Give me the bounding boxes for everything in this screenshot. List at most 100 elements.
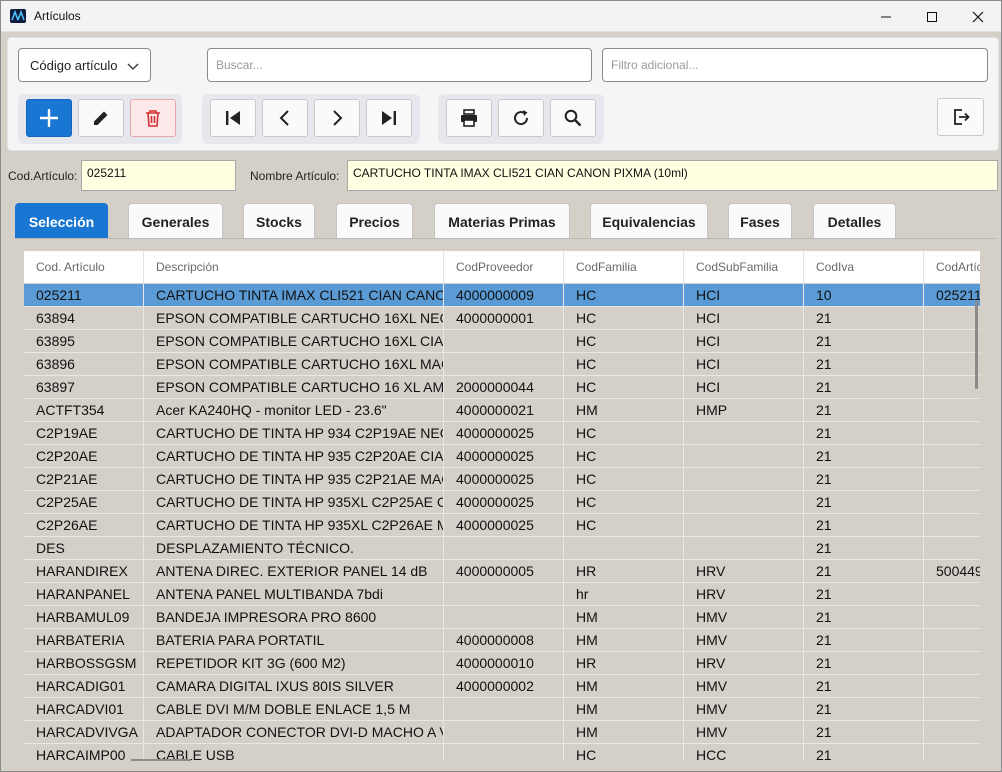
column-header[interactable]: CodProveedor [444, 251, 564, 284]
column-header[interactable]: CodSubFamilia [684, 251, 804, 284]
column-header[interactable]: Descripción [144, 251, 444, 284]
exit-button[interactable] [937, 98, 984, 136]
name-field[interactable]: CARTUCHO TINTA IMAX CLI521 CIAN CANON PI… [347, 160, 998, 191]
first-icon [226, 111, 240, 125]
table-row[interactable]: C2P20AE CARTUCHO DE TINTA HP 935 C2P20AE … [24, 445, 980, 468]
table-cell: 63895 [24, 330, 144, 353]
table-cell: HR [564, 652, 684, 675]
table-cell: C2P25AE [24, 491, 144, 514]
pencil-icon [94, 111, 108, 125]
table-row[interactable]: 63896EPSON COMPATIBLE CARTUCHO 16XL MAGE… [24, 353, 980, 376]
table-row[interactable]: HARBATERIA BATERIA PARA PORTATIL 400000000… [24, 629, 980, 652]
table-cell [924, 652, 980, 675]
tab-seleccion[interactable]: Selección [15, 203, 108, 239]
refresh-button[interactable] [498, 99, 544, 137]
table-row[interactable]: HARBOSSGSM REPETIDOR KIT 3G (600 M2) 40000… [24, 652, 980, 675]
table-cell: 21 [804, 675, 924, 698]
table-cell: 4000000002 [444, 675, 564, 698]
table-cell: HM [564, 629, 684, 652]
table-cell [924, 307, 980, 330]
filter-input[interactable] [602, 48, 988, 82]
table-row[interactable]: HARCADIG01 CAMARA DIGITAL IXUS 80IS SILVE… [24, 675, 980, 698]
add-button[interactable] [26, 99, 72, 137]
column-header[interactable]: Cod. Artículo [24, 251, 144, 284]
table-cell [444, 537, 564, 560]
table-cell: C2P20AE [24, 445, 144, 468]
table-cell [924, 606, 980, 629]
table-row[interactable]: 63897EPSON COMPATIBLE CARTUCHO 16 XL AMA… [24, 376, 980, 399]
table-cell: REPETIDOR KIT 3G (600 M2) [144, 652, 444, 675]
table-row[interactable]: HARANDIREX ANTENA DIREC. EXTERIOR PANEL 1… [24, 560, 980, 583]
search-field-selector[interactable]: Código artículo [18, 48, 151, 82]
toolbar-panel: Código artículo [7, 37, 999, 151]
plus-icon [40, 109, 58, 127]
table-cell: C2P19AE [24, 422, 144, 445]
tab-detalles[interactable]: Detalles [813, 203, 896, 239]
last-record-button[interactable] [366, 99, 412, 137]
vertical-scrollbar[interactable] [975, 301, 978, 389]
table-row[interactable]: HARANPANEL ANTENA PANEL MULTIBANDA 7bdi hr… [24, 583, 980, 606]
name-label: Nombre Artículo: [250, 169, 340, 183]
tab-materias-primas[interactable]: Materias Primas [434, 203, 570, 239]
table-row[interactable]: 63894 EPSON COMPATIBLE CARTUCHO 16XL NEGR… [24, 307, 980, 330]
table-row[interactable]: HARCADVIVGA ADAPTADOR CONECTOR DVI-D MACH… [24, 721, 980, 744]
table-cell: HRV [684, 583, 804, 606]
table-cell: 4000000025 [444, 445, 564, 468]
print-button[interactable] [446, 99, 492, 137]
table-cell: 21 [804, 744, 924, 761]
column-header[interactable]: CodIva [804, 251, 924, 284]
code-field[interactable]: 025211 [81, 160, 236, 191]
first-record-button[interactable] [210, 99, 256, 137]
search-input[interactable] [207, 48, 592, 82]
horizontal-scrollbar[interactable] [131, 759, 191, 761]
table-row[interactable]: C2P25AE CARTUCHO DE TINTA HP 935XL C2P25A… [24, 491, 980, 514]
next-record-button[interactable] [314, 99, 360, 137]
close-icon [972, 11, 984, 22]
table-row[interactable]: C2P21AE CARTUCHO DE TINTA HP 935 C2P21AE … [24, 468, 980, 491]
code-label: Cod.Artículo: [8, 169, 78, 183]
table-row[interactable]: HARBAMUL09 BANDEJA IMPRESORA PRO 8600 HM HM… [24, 606, 980, 629]
table-cell: 4000000009 [444, 284, 564, 307]
table-cell: 21 [804, 376, 924, 399]
delete-button[interactable] [130, 99, 176, 137]
column-header[interactable]: CodArtículo [924, 251, 980, 284]
table-cell: 025211 [24, 284, 144, 307]
tab-fases[interactable]: Fases [728, 203, 792, 239]
table-row[interactable]: ACTFT354 Acer KA240HQ - monitor LED - 23.… [24, 399, 980, 422]
navigation-button-group [202, 94, 420, 144]
table-cell: EPSON COMPATIBLE CARTUCHO 16XL CIAN [144, 330, 444, 353]
table-row[interactable]: C2P26AE CARTUCHO DE TINTA HP 935XL C2P26A… [24, 514, 980, 537]
maximize-icon [927, 11, 937, 22]
tab-generales[interactable]: Generales [128, 203, 223, 239]
maximize-button[interactable] [909, 1, 955, 32]
minimize-button[interactable] [863, 1, 909, 32]
table-cell: 4000000001 [444, 307, 564, 330]
tab-divider [15, 238, 997, 239]
column-header[interactable]: CodFamilia [564, 251, 684, 284]
table-cell: HMV [684, 675, 804, 698]
table-cell [924, 744, 980, 761]
table-row[interactable]: 025211 CARTUCHO TINTA IMAX CLI521 CIAN CA… [24, 284, 980, 307]
table-cell: HCI [684, 330, 804, 353]
table-row[interactable]: C2P19AE CARTUCHO DE TINTA HP 934 C2P19AE … [24, 422, 980, 445]
table-cell [684, 422, 804, 445]
table-cell: ADAPTADOR CONECTOR DVI-D MACHO A VGA [144, 721, 444, 744]
articles-grid[interactable]: Cod. Artículo Descripción CodProveedor C… [24, 251, 980, 761]
table-row[interactable]: 63895 EPSON COMPATIBLE CARTUCHO 16XL CIAN… [24, 330, 980, 353]
tab-precios[interactable]: Precios [336, 203, 413, 239]
table-row[interactable]: DES DESPLAZAMIENTO TÉCNICO. 21 [24, 537, 980, 560]
table-cell [924, 491, 980, 514]
table-cell [924, 468, 980, 491]
search-button[interactable] [550, 99, 596, 137]
table-cell: HC [564, 284, 684, 307]
table-row[interactable]: HARCADVI01 CABLE DVI M/M DOBLE ENLACE 1,5… [24, 698, 980, 721]
previous-record-button[interactable] [262, 99, 308, 137]
table-cell [924, 721, 980, 744]
table-cell: CARTUCHO DE TINTA HP 935XL C2P26AE MAGEN… [144, 514, 444, 537]
edit-button[interactable] [78, 99, 124, 137]
tab-stocks[interactable]: Stocks [243, 203, 315, 239]
tab-equivalencias[interactable]: Equivalencias [590, 203, 708, 239]
table-cell: EPSON COMPATIBLE CARTUCHO 16 XL AMARILLO [144, 376, 444, 399]
table-cell: HARCADVI01 [24, 698, 144, 721]
close-button[interactable] [955, 1, 1001, 32]
